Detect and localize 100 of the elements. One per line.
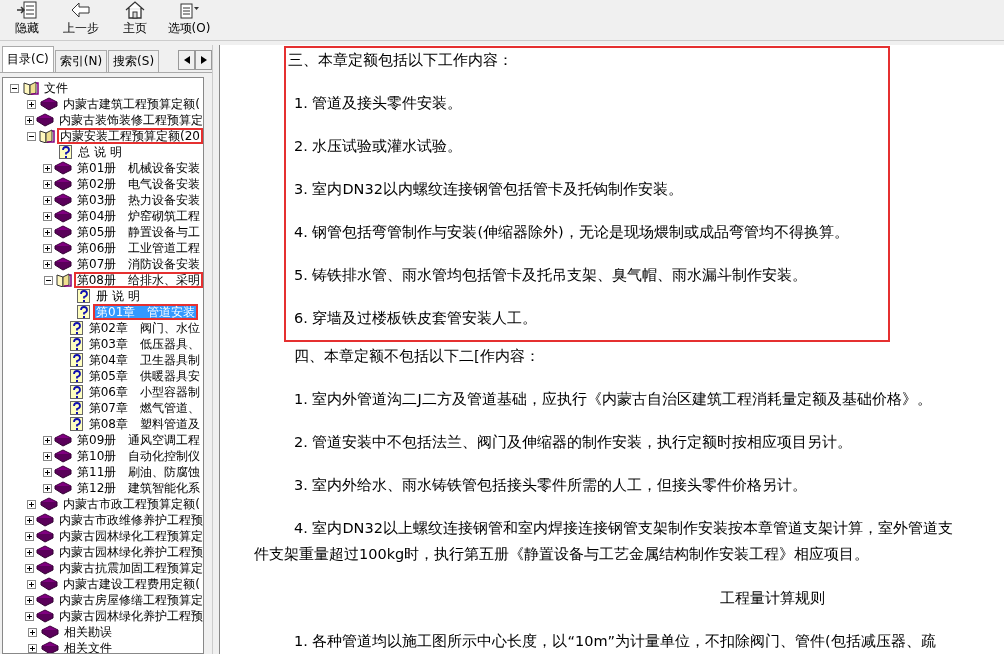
tree-item[interactable]: 文件 [41, 80, 71, 96]
closed-book-icon [40, 97, 59, 111]
expander-icon[interactable] [25, 563, 34, 573]
expander-icon[interactable] [27, 99, 37, 109]
tree-item[interactable]: 第10册 自动化控制仪 [74, 448, 203, 464]
closed-book-icon [41, 641, 59, 653]
help-page-icon [77, 289, 91, 303]
tab[interactable]: 搜索(S) [108, 50, 160, 72]
paragraph: 5. 铸铁排水管、雨水管均包括管卡及托吊支架、臭气帽、雨水漏斗制作安装。 [294, 266, 808, 285]
closed-book-icon [54, 241, 72, 255]
scroll-right-button[interactable] [195, 50, 212, 70]
paragraph: 4. 室内DN32以上螺纹连接钢管和室内焊接连接钢管支架制作安装按本章管道支架计算，室外管道支 [294, 519, 953, 538]
tab[interactable]: 索引(N) [54, 50, 108, 72]
tree-item[interactable]: 第04章 卫生器具制 [85, 352, 203, 368]
toolbar-button[interactable]: 主页 [108, 0, 162, 40]
paragraph: 1. 各种管道均以施工图所示中心长度，以“10m”为计量单位，不扣除阀门、管件(包括减压器、疏 [294, 632, 936, 651]
hide-panel-icon [16, 1, 38, 19]
paragraph: 3. 室内外给水、雨水铸铁管包括接头零件所需的人工，但接头零件价格另计。 [294, 476, 808, 495]
paragraph: 1. 管道及接头零件安装。 [294, 94, 463, 113]
tree-item[interactable]: 总 说 明 [75, 144, 125, 160]
expander-icon[interactable] [43, 195, 52, 205]
tree-item[interactable]: 第07册 消防设备安装 [74, 256, 203, 272]
tree-item[interactable]: 内蒙古建设工程费用定额( [60, 576, 203, 592]
expander-icon[interactable] [43, 435, 52, 445]
tree-item[interactable]: 内蒙古园林绿化养护工程预 [56, 544, 203, 560]
expander-icon[interactable] [25, 547, 34, 557]
closed-book-icon [54, 177, 72, 191]
scroll-left-button[interactable] [178, 50, 195, 70]
tree-item[interactable]: 册 说 明 [93, 288, 143, 304]
tree-item[interactable]: 第12册 建筑智能化系 [74, 480, 203, 496]
expander-icon[interactable] [25, 515, 34, 525]
paragraph: 2. 水压试验或灌水试验。 [294, 137, 463, 156]
paragraph: 3. 室内DN32以内螺纹连接钢管包括管卡及托钩制作安装。 [294, 180, 683, 199]
help-page-icon [69, 385, 84, 399]
help-page-icon [69, 369, 84, 383]
help-page-icon [69, 417, 84, 431]
back-arrow-icon [70, 1, 92, 19]
closed-book-icon [54, 433, 72, 447]
tree-item[interactable]: 内蒙古建筑工程预算定额( [60, 96, 203, 112]
tree-item[interactable]: 内蒙古抗震加固工程预算定 [56, 560, 203, 576]
tree-item[interactable]: 内蒙古市政工程预算定额( [60, 496, 203, 512]
toolbar-button[interactable]: 选项(O) [162, 0, 216, 40]
expander-icon[interactable] [9, 83, 19, 93]
tree-item[interactable]: 第03册 热力设备安装 [74, 192, 203, 208]
expander-icon[interactable] [43, 211, 52, 221]
tree-item[interactable]: 相关文件 [61, 640, 115, 653]
tree-item[interactable]: 第06章 小型容器制 [85, 384, 203, 400]
expander-icon[interactable] [27, 627, 37, 637]
expander-icon[interactable] [27, 499, 37, 509]
left-triangle-icon [183, 56, 190, 64]
tab[interactable]: 目录(C) [2, 46, 54, 72]
expander-icon[interactable] [25, 595, 34, 605]
expander-icon[interactable] [43, 179, 52, 189]
expander-icon[interactable] [25, 115, 34, 125]
tree-item[interactable]: 第07章 燃气管道、 [85, 400, 203, 416]
expander-icon[interactable] [25, 611, 34, 621]
help-page-icon [69, 337, 84, 351]
tree-item[interactable]: 第03章 低压器具、 [85, 336, 203, 352]
expander-icon[interactable] [43, 163, 52, 173]
tree-item[interactable]: 第05章 供暖器具安 [85, 368, 203, 384]
toolbar-button[interactable]: 隐藏 [0, 0, 54, 40]
help-page-icon [69, 353, 84, 367]
expander-icon[interactable] [43, 451, 52, 461]
tree-item[interactable]: 相关勘误 [61, 624, 115, 640]
tree-item[interactable]: 第02册 电气设备安装 [74, 176, 203, 192]
help-page-icon [69, 321, 84, 335]
closed-book-icon [54, 161, 72, 175]
expander-icon[interactable] [27, 579, 37, 589]
closed-book-icon [54, 257, 72, 271]
tree-item[interactable]: 第06册 工业管道工程 [74, 240, 203, 256]
tree-item[interactable]: 内蒙古园林绿化工程预算定 [56, 528, 203, 544]
expander-icon[interactable] [43, 227, 52, 237]
paragraph: 2. 管道安装中不包括法兰、阀门及伸缩器的制作安装，执行定额时按相应项目另计。 [294, 433, 853, 452]
tree-item[interactable]: 第02章 阀门、水位 [85, 320, 203, 336]
tree-item[interactable]: 第05册 静置设备与工 [74, 224, 203, 240]
tree-item[interactable]: 第01册 机械设备安装 [74, 160, 203, 176]
tree-item[interactable]: 第09册 通风空调工程 [74, 432, 203, 448]
expander-icon[interactable] [43, 275, 53, 285]
expander-icon[interactable] [43, 467, 52, 477]
expander-icon[interactable] [27, 643, 37, 653]
closed-book-icon [36, 545, 54, 559]
tree-item[interactable]: 内蒙古市政维修养护工程预 [56, 512, 203, 528]
help-page-icon [77, 305, 91, 319]
toolbar-button[interactable]: 上一步 [54, 0, 108, 40]
expander-icon[interactable] [43, 243, 52, 253]
closed-book-icon [54, 481, 72, 495]
tree-item[interactable]: 内蒙古园林绿化养护工程预 [56, 608, 203, 624]
tree-item[interactable]: 内蒙古房屋修缮工程预算定 [56, 592, 203, 608]
expander-icon[interactable] [43, 259, 52, 269]
tree-item[interactable]: 内蒙古装饰装修工程预算定 [56, 112, 203, 128]
tree-item[interactable]: 第11册 刷油、防腐蚀 [74, 464, 203, 480]
closed-book-icon [36, 113, 54, 127]
open-book-icon [23, 81, 39, 95]
expander-icon[interactable] [26, 131, 36, 141]
tree-item[interactable]: 第08章 塑料管道及 [85, 416, 203, 432]
tree-item[interactable]: 第08册 给排水、采明 [73, 272, 203, 288]
tree-item[interactable]: 第04册 炉窑砌筑工程 [74, 208, 203, 224]
tree-item[interactable]: 内蒙安装工程预算定额(20 [57, 128, 203, 144]
expander-icon[interactable] [25, 531, 34, 541]
expander-icon[interactable] [43, 483, 52, 493]
